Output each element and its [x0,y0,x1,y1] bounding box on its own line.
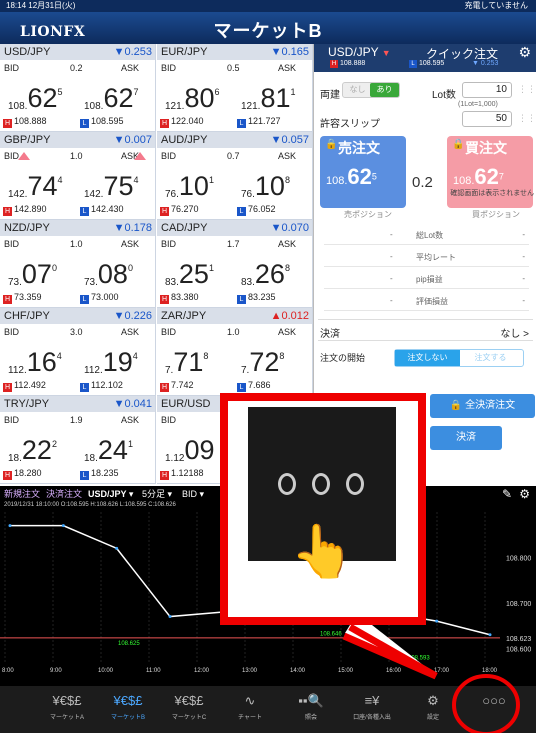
dot-icon [346,473,364,495]
highlight-circle [452,674,520,733]
app-root: 18:14 12月31日(火) 充電していません LIONFX マーケットB U… [0,0,536,733]
dot-icon [312,473,330,495]
pointing-hand-icon: 👆 [290,523,355,581]
callout-popup: 👆 [220,393,426,625]
dot-icon [278,473,296,495]
